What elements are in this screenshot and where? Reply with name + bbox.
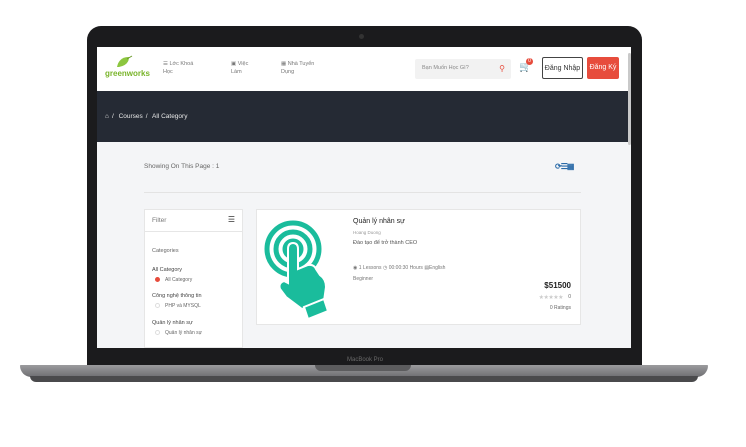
course-listing: Showing On This Page : 1 ⟳☰▦ Filter ☰ Ca… <box>97 142 631 348</box>
filter-group-title: All Category <box>152 267 182 273</box>
filter-panel: Filter ☰ Categories All Category All Cat… <box>144 209 243 348</box>
building-icon: ▦ <box>281 61 288 67</box>
rating-value: 0 <box>568 294 571 300</box>
filter-title: Filter <box>152 217 167 224</box>
laptop-notch <box>315 365 411 371</box>
radio-all-category[interactable] <box>155 277 160 282</box>
register-button[interactable]: Đăng Ký <box>587 57 619 79</box>
categories-label: Categories <box>152 248 179 254</box>
filter-header[interactable]: Filter ☰ <box>145 210 242 232</box>
camera-icon <box>359 34 364 39</box>
search-input[interactable]: Bạn Muốn Học Gì? ⚲ <box>415 59 511 79</box>
radio-php-mysql[interactable] <box>155 303 160 308</box>
briefcase-icon: ▣ <box>231 61 238 67</box>
filter-option[interactable]: All Category <box>165 277 192 283</box>
nav-courses[interactable]: ☰ Lớc Khoá Học <box>163 60 203 76</box>
search-placeholder: Bạn Muốn Học Gì? <box>422 65 469 71</box>
menu-icon[interactable]: ☰ <box>228 215 235 224</box>
filter-option[interactable]: Quản lý nhân sự <box>165 330 202 336</box>
course-duration: 00:00:30 Hours <box>388 265 423 271</box>
scrollbar[interactable] <box>628 53 631 145</box>
filter-group-title: Công nghệ thông tin <box>152 293 202 299</box>
course-level: Beginner <box>353 276 374 282</box>
breadcrumb: ⌂ / Courses / All Category <box>105 113 188 120</box>
laptop-base-bottom <box>30 376 698 382</box>
grid-view-icon[interactable]: ▦ <box>567 162 575 171</box>
view-toggle[interactable]: ⟳☰▦ <box>555 162 575 171</box>
showing-count: Showing On This Page : 1 <box>144 163 220 170</box>
home-icon[interactable]: ⌂ <box>105 113 109 120</box>
course-description: Đào tạo để trở thành CEO <box>353 240 418 246</box>
course-price: $51500 <box>544 281 571 290</box>
course-language: English <box>429 265 446 271</box>
search-icon[interactable]: ⚲ <box>499 64 505 73</box>
login-button[interactable]: Đăng Nhập <box>542 57 583 79</box>
logo-text: greenworks <box>105 69 150 78</box>
star-rating: ★★★★★ <box>538 295 564 301</box>
browser-screen: greenworks ☰ Lớc Khoá Học ▣ Việc Làm ▦ N… <box>97 47 631 348</box>
leaf-icon <box>117 55 133 67</box>
nav-employers[interactable]: ▦ Nhà Tuyển Dụng <box>281 60 325 76</box>
site-header: greenworks ☰ Lớc Khoá Học ▣ Việc Làm ▦ N… <box>97 47 631 91</box>
site-logo[interactable]: greenworks <box>105 55 155 83</box>
cart-badge: 0 <box>526 58 533 65</box>
course-meta: ◉ 1 Lessons ◷ 00:00:30 Hours ▤English <box>353 265 445 271</box>
breadcrumb-courses[interactable]: Courses <box>119 113 143 120</box>
breadcrumb-all-category: All Category <box>152 113 188 120</box>
breadcrumb-bar: ⌂ / Courses / All Category <box>97 91 631 142</box>
filter-group-title: Quản lý nhân sự <box>152 320 193 326</box>
device-label: MacBook Pro <box>346 357 383 363</box>
course-author: Hoang Duong <box>353 230 381 235</box>
course-thumbnail[interactable] <box>260 213 343 321</box>
course-card[interactable]: Quản lý nhân sự Hoang Duong Đào tạo để t… <box>256 209 581 325</box>
filter-option[interactable]: PHP và MYSQL <box>165 303 201 309</box>
radio-hr[interactable] <box>155 330 160 335</box>
nav-jobs[interactable]: ▣ Việc Làm <box>231 60 259 76</box>
ratings-count: 0 Ratings <box>549 305 571 311</box>
course-lessons: 1 Lessons <box>358 265 382 271</box>
course-title[interactable]: Quản lý nhân sự <box>353 218 405 225</box>
divider <box>144 192 581 193</box>
